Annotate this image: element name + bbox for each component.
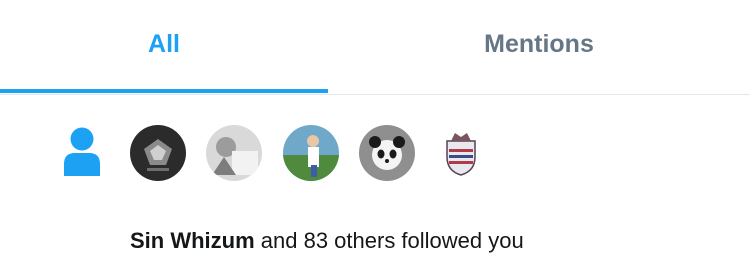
avatar[interactable] [206, 125, 262, 181]
follow-summary: and 83 others followed you [254, 228, 524, 253]
follower-name[interactable]: Sin Whizum [130, 228, 255, 253]
tab-bar: All Mentions [0, 0, 750, 95]
avatar[interactable] [359, 125, 415, 181]
person-icon [62, 126, 102, 176]
follow-notification-text: Sin Whizum and 83 others followed you [130, 228, 524, 254]
tab-all[interactable]: All [0, 0, 328, 92]
avatar[interactable] [433, 125, 489, 181]
avatar[interactable] [130, 125, 186, 181]
tab-mentions[interactable]: Mentions [328, 0, 750, 92]
avatar[interactable] [283, 125, 339, 181]
active-tab-indicator [0, 89, 328, 93]
